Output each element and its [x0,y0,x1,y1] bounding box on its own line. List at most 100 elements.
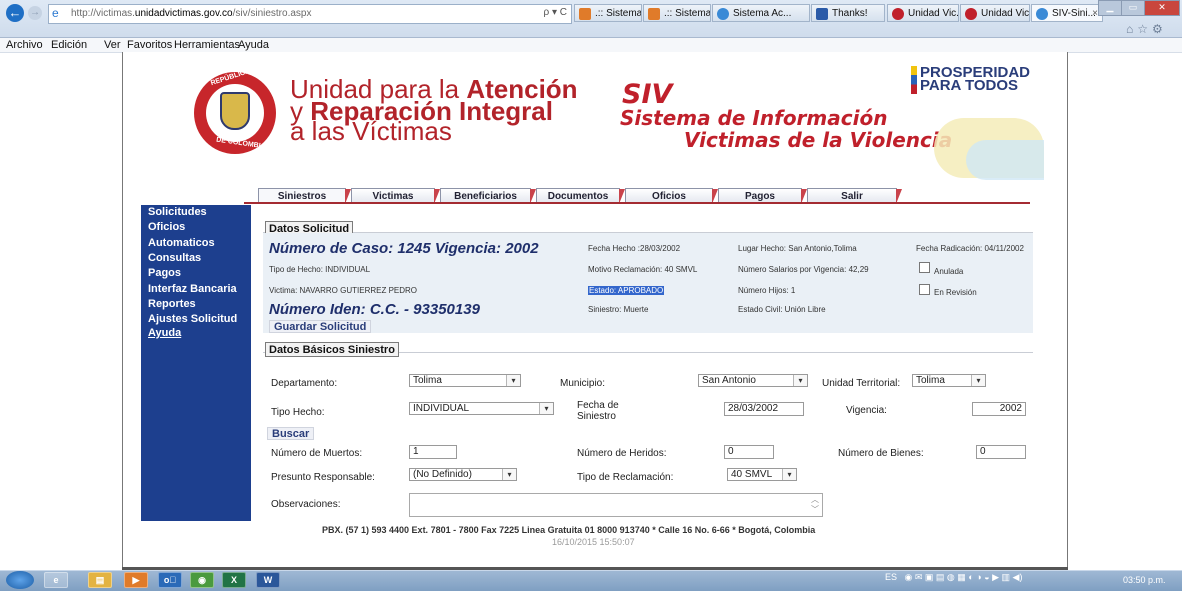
footer-contact: PBX. (57 1) 593 4400 Ext. 7801 - 7800 Fa… [322,525,816,535]
home-favorites-settings-icons[interactable]: ⌂☆⚙ [1126,22,1167,36]
forward-icon[interactable]: → [28,6,42,20]
back-icon[interactable]: ← [6,4,24,22]
departamento-label: Departamento: [271,378,338,389]
language-indicator[interactable]: ES [885,572,897,582]
chrome-taskbar-icon[interactable]: ◉ [190,572,214,588]
maximize-window-button[interactable]: ▭ [1121,0,1145,16]
numero-hijos: Número Hijos: 1 [738,286,796,295]
muertos-input[interactable]: 1 [409,445,457,459]
excel-taskbar-icon[interactable]: X [222,572,246,588]
tab-site-icon [579,8,591,20]
tabs-underline [244,202,1030,204]
media-taskbar-icon[interactable]: ▶ [124,572,148,588]
fecha-hecho: Fecha Hecho :28/03/2002 [588,244,681,253]
buscar-button[interactable]: Buscar [267,427,315,440]
brand-line-3: a las Víctimas [290,116,452,146]
bienes-label: Número de Bienes: [838,448,924,459]
minimize-window-button[interactable]: ▁ [1098,0,1122,16]
address-url[interactable]: http://victimas.unidadvictimas.gov.co/si… [71,8,311,19]
en-revision-label: En Revisión [934,288,977,297]
browser-tab-active[interactable]: SIV-Sini... × [1031,4,1103,22]
chevron-down-icon: ▾ [971,375,985,386]
menu-favoritos[interactable]: Favoritos [127,39,172,51]
heridos-input[interactable]: 0 [724,445,774,459]
siv-subtitle-1: Sistema de Información [620,106,888,130]
fecha-siniestro-label: Fecha de Siniestro [577,400,619,422]
ie-taskbar-icon[interactable]: e [44,572,68,588]
sidebar-item-ayuda[interactable]: Ayuda [148,327,181,339]
unidad-territorial-select[interactable]: Tolima ▾ [912,374,986,387]
close-window-button[interactable]: ✕ [1144,0,1180,16]
en-revision-checkbox[interactable] [919,284,930,295]
tray-icons[interactable]: ◉ ✉ ▣ ▤ ◍ ▦ ◐ ◑ ◒ ▶ ▥ ◀) [900,572,1023,582]
tab-site-icon [648,8,660,20]
menu-archivo[interactable]: Archivo [6,39,43,51]
tab-pagos[interactable]: Pagos [718,188,807,204]
taskbar-clock[interactable]: 03:50 p.m. [1123,575,1166,585]
sidebar-item-consultas[interactable]: Consultas [148,252,201,264]
menu-ayuda[interactable]: Ayuda [238,39,269,51]
heridos-label: Número de Heridos: [577,448,667,459]
browser-tab[interactable]: .:: Sistema ... [574,4,642,22]
tab-oficios[interactable]: Oficios [625,188,718,204]
menu-edicion[interactable]: Edición [51,39,87,51]
caso-vigencia: Número de Caso: 1245 Vigencia: 2002 [269,240,539,257]
browser-tab[interactable]: Unidad Vic... [960,4,1030,22]
tipo-reclamacion-select[interactable]: 40 SMVL ▾ [727,468,797,481]
numero-identificacion: Número Iden: C.C. - 93350139 [269,301,480,318]
coat-of-arms-icon [220,92,250,130]
presunto-responsable-select[interactable]: (No Definido) ▾ [409,468,517,481]
salarios-vigencia: Número Salarios por Vigencia: 42,29 [738,265,869,274]
tab-documentos[interactable]: Documentos [536,188,625,204]
sidebar-item-interfaz-bancaria[interactable]: Interfaz Bancaria [148,283,237,295]
explorer-taskbar-icon[interactable]: ▤ [88,572,112,588]
tab-beneficiarios[interactable]: Beneficiarios [440,188,536,204]
footer-datetime: 16/10/2015 15:50:07 [552,537,635,547]
address-bar[interactable]: e http://victimas.unidadvictimas.gov.co/… [48,4,572,24]
estado-civil: Estado Civil: Unión Libre [738,305,826,314]
scrollbar-arrows-icon[interactable]: ︿ ﹀ [810,495,820,515]
municipio-select[interactable]: San Antonio ▾ [698,374,808,387]
observaciones-label: Observaciones: [271,499,341,510]
chevron-down-icon: ▾ [506,375,520,386]
sidebar-item-automaticos[interactable]: Automaticos [148,237,215,249]
menu-herramientas[interactable]: Herramientas [174,39,240,51]
sidebar-item-oficios[interactable]: Oficios [148,221,185,233]
bienes-input[interactable]: 0 [976,445,1026,459]
sidebar-item-solicitudes[interactable]: Solicitudes [148,206,207,218]
tab-siniestros[interactable]: Siniestros [258,188,351,204]
menu-ver[interactable]: Ver [104,39,121,51]
start-button-icon[interactable] [6,571,34,589]
lugar-hecho: Lugar Hecho: San Antonio,Tolima [738,244,857,253]
browser-tab[interactable]: Sistema Ac... [712,4,810,22]
estado-aprobado: Estado: APROBADO [588,286,665,295]
chevron-down-icon: ▾ [793,375,807,386]
tab-site-icon [717,8,729,20]
tab-victimas[interactable]: Victimas [351,188,440,204]
sidebar-item-ajustes-solicitud[interactable]: Ajustes Solicitud [148,313,237,325]
fecha-radicacion: Fecha Radicación: 04/11/2002 [916,244,1024,253]
section-title-datos-basicos-siniestro: Datos Básicos Siniestro [265,342,399,357]
browser-tab[interactable]: Unidad Vic... [887,4,959,22]
guardar-solicitud-button[interactable]: Guardar Solicitud [269,320,372,333]
vigencia-input[interactable]: 2002 [972,402,1026,416]
tab-salir[interactable]: Salir [807,188,902,204]
fecha-siniestro-input[interactable]: 28/03/2002 [724,402,804,416]
browser-tab[interactable]: .:: Sistema ... [643,4,711,22]
anulada-checkbox[interactable] [919,262,930,273]
tipo-de-hecho: Tipo de Hecho: INDIVIDUAL [269,265,371,274]
tab-site-icon [1036,8,1048,20]
sidebar-item-reportes[interactable]: Reportes [148,298,196,310]
departamento-select[interactable]: Tolima ▾ [409,374,521,387]
observaciones-textarea[interactable]: ︿ ﹀ [409,493,823,517]
search-refresh-icon[interactable]: ρ ▾ C [544,7,568,18]
system-tray[interactable]: ES ◉ ✉ ▣ ▤ ◍ ▦ ◐ ◑ ◒ ▶ ▥ ◀) [885,572,1022,583]
sidebar-item-pagos[interactable]: Pagos [148,267,181,279]
outlook-taskbar-icon[interactable]: o⃞ [158,572,182,588]
ie-page-icon: e [52,6,59,20]
word-taskbar-icon[interactable]: W [256,572,280,588]
tipo-hecho-select[interactable]: INDIVIDUAL ▾ [409,402,554,415]
browser-tab[interactable]: Thanks! [811,4,885,22]
unidad-territorial-label: Unidad Territorial: [822,378,901,389]
siniestro-tipo: Siniestro: Muerte [588,305,649,314]
